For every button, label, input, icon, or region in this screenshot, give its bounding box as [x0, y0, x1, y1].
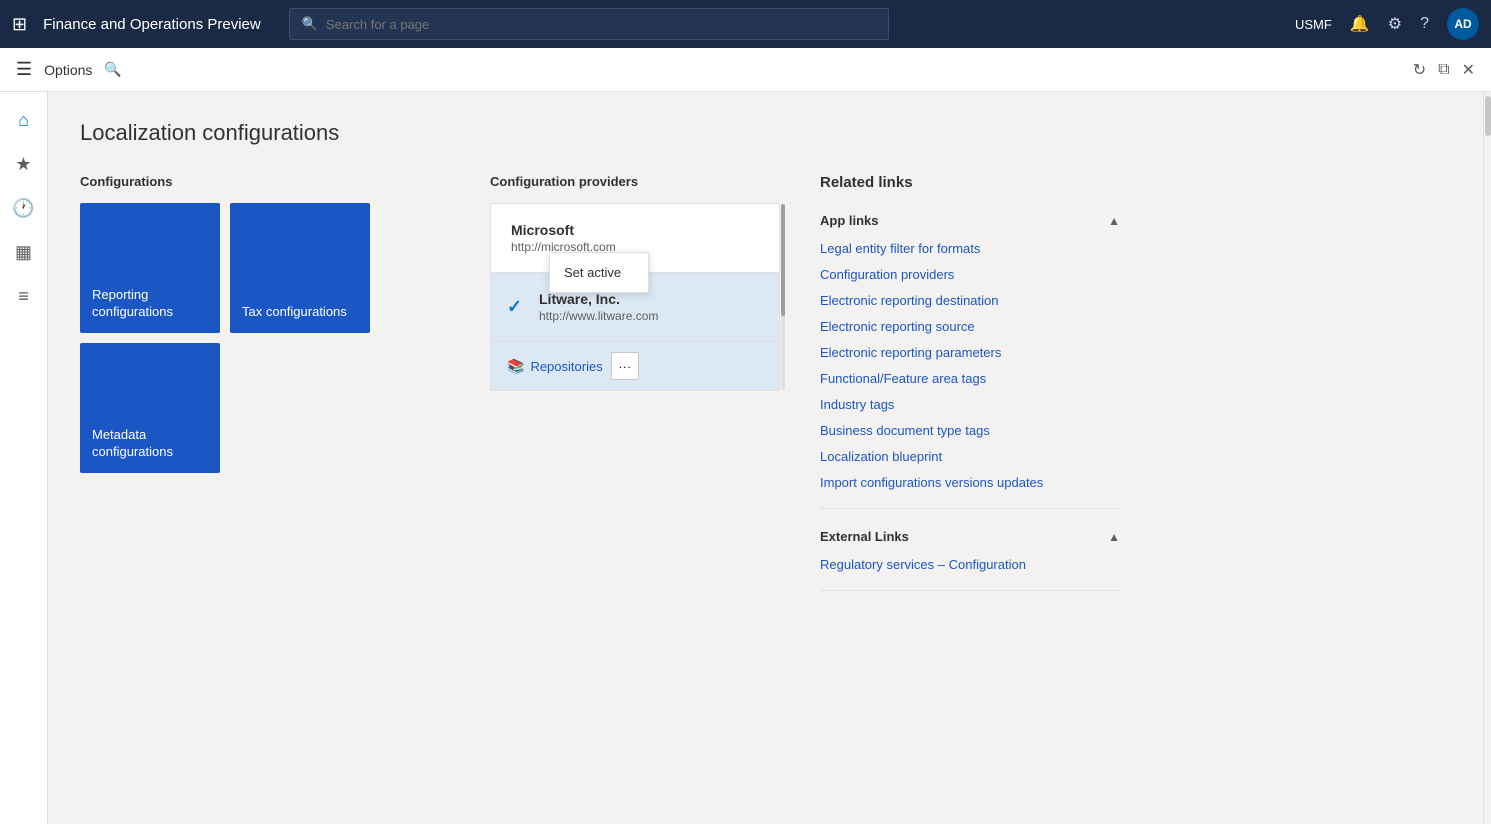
list-item: Import configurations versions updates — [820, 470, 1120, 496]
tile-reporting-configurations[interactable]: Reporting configurations — [80, 203, 220, 333]
config-tiles: Reporting configurations Tax configurati… — [80, 203, 450, 473]
scroll-thumb — [1485, 96, 1491, 136]
providers-panel: Microsoft http://microsoft.com ✓ Litware… — [490, 203, 780, 391]
help-icon[interactable]: ? — [1420, 15, 1429, 33]
list-item: Configuration providers — [820, 262, 1120, 288]
link-er-source[interactable]: Electronic reporting source — [820, 319, 975, 334]
hamburger-icon[interactable]: ☰ — [16, 59, 32, 80]
company-label: USMF — [1295, 17, 1332, 32]
subnav-search-icon[interactable]: 🔍 — [104, 61, 121, 78]
refresh-icon[interactable]: ↻ — [1413, 60, 1426, 80]
avatar[interactable]: AD — [1447, 8, 1479, 40]
link-er-destination[interactable]: Electronic reporting destination — [820, 293, 999, 308]
set-active-item[interactable]: Set active — [550, 257, 648, 288]
main-layout: ⌂ ★ 🕐 ▦ ≡ Localization configurations Co… — [0, 92, 1491, 824]
set-active-dropdown: Set active — [549, 252, 649, 293]
divider — [820, 508, 1120, 509]
link-er-parameters[interactable]: Electronic reporting parameters — [820, 345, 1001, 360]
link-regulatory-services[interactable]: Regulatory services – Configuration — [820, 557, 1026, 572]
external-links-chevron-icon: ▲ — [1108, 530, 1120, 544]
settings-icon[interactable]: ⚙ — [1388, 14, 1402, 34]
app-links-header[interactable]: App links ▲ — [820, 205, 1120, 236]
active-check-icon: ✓ — [507, 297, 522, 318]
link-functional-tags[interactable]: Functional/Feature area tags — [820, 371, 986, 386]
providers-scroll-thumb — [781, 204, 785, 316]
list-item: Legal entity filter for formats — [820, 236, 1120, 262]
related-links-section: Related links App links ▲ Legal entity f… — [820, 174, 1120, 603]
app-links-group: App links ▲ Legal entity filter for form… — [820, 205, 1120, 496]
notification-icon[interactable]: 🔔 — [1350, 14, 1370, 34]
provider-litware-name: Litware, Inc. — [539, 291, 759, 307]
provider-actions: 📚 Repositories ··· — [491, 342, 779, 390]
close-icon[interactable]: ✕ — [1462, 60, 1475, 80]
sidebar-item-modules[interactable]: ≡ — [4, 276, 44, 316]
sidebar-item-workspaces[interactable]: ▦ — [4, 232, 44, 272]
link-config-providers[interactable]: Configuration providers — [820, 267, 954, 282]
provider-litware-url: http://www.litware.com — [539, 309, 759, 323]
sidebar-item-recent[interactable]: 🕐 — [4, 188, 44, 228]
list-item: Functional/Feature area tags — [820, 366, 1120, 392]
link-industry-tags[interactable]: Industry tags — [820, 397, 894, 412]
related-links-title: Related links — [820, 174, 1120, 191]
search-icon: 🔍 — [302, 16, 318, 32]
external-links-group-title: External Links — [820, 529, 909, 544]
providers-heading: Configuration providers — [490, 174, 780, 189]
link-legal-entity[interactable]: Legal entity filter for formats — [820, 241, 980, 256]
providers-section: Configuration providers Microsoft http:/… — [490, 174, 780, 391]
top-nav: ⊞ Finance and Operations Preview 🔍 USMF … — [0, 0, 1491, 48]
list-item: Localization blueprint — [820, 444, 1120, 470]
link-import-configs[interactable]: Import configurations versions updates — [820, 475, 1043, 490]
external-link-icon[interactable]: ⧉ — [1438, 61, 1449, 79]
subnav-actions: ↻ ⧉ ✕ — [1413, 60, 1475, 80]
sub-nav: ☰ Options 🔍 ↻ ⧉ ✕ — [0, 48, 1491, 92]
search-input[interactable] — [326, 17, 876, 32]
app-links-chevron-icon: ▲ — [1108, 214, 1120, 228]
tile-tax-configurations[interactable]: Tax configurations — [230, 203, 370, 333]
configurations-heading: Configurations — [80, 174, 450, 189]
link-business-doc-tags[interactable]: Business document type tags — [820, 423, 990, 438]
grid-icon[interactable]: ⊞ — [12, 14, 27, 35]
list-item: Electronic reporting parameters — [820, 340, 1120, 366]
sidebar-item-home[interactable]: ⌂ — [4, 100, 44, 140]
configurations-section: Configurations Reporting configurations … — [80, 174, 450, 473]
list-item: Electronic reporting destination — [820, 288, 1120, 314]
repositories-button[interactable]: 📚 Repositories — [507, 358, 603, 375]
subnav-label: Options — [44, 62, 92, 78]
tile-metadata-configurations[interactable]: Metadata configurations — [80, 343, 220, 473]
external-links-header[interactable]: External Links ▲ — [820, 521, 1120, 552]
content-area: Localization configurations Configuratio… — [48, 92, 1483, 824]
right-scrollbar — [1483, 92, 1491, 824]
sidebar: ⌂ ★ 🕐 ▦ ≡ — [0, 92, 48, 824]
app-links-list: Legal entity filter for formats Configur… — [820, 236, 1120, 496]
sidebar-item-favorites[interactable]: ★ — [4, 144, 44, 184]
app-title: Finance and Operations Preview — [43, 16, 261, 33]
repositories-icon: 📚 — [507, 358, 524, 375]
sections-wrapper: Configurations Reporting configurations … — [80, 174, 1451, 603]
provider-microsoft-name: Microsoft — [511, 222, 759, 238]
external-links-group: External Links ▲ Regulatory services – C… — [820, 521, 1120, 578]
providers-scrollbar — [781, 204, 785, 390]
list-item: Electronic reporting source — [820, 314, 1120, 340]
search-bar: 🔍 — [289, 8, 889, 40]
external-links-list: Regulatory services – Configuration — [820, 552, 1120, 578]
list-item: Business document type tags — [820, 418, 1120, 444]
list-item: Industry tags — [820, 392, 1120, 418]
link-localization-blueprint[interactable]: Localization blueprint — [820, 449, 942, 464]
app-links-group-title: App links — [820, 213, 879, 228]
list-item: Regulatory services – Configuration — [820, 552, 1120, 578]
page-title: Localization configurations — [80, 120, 1451, 146]
top-nav-right: USMF 🔔 ⚙ ? AD — [1295, 8, 1479, 40]
more-options-button[interactable]: ··· — [611, 352, 639, 380]
bottom-divider — [820, 590, 1120, 591]
